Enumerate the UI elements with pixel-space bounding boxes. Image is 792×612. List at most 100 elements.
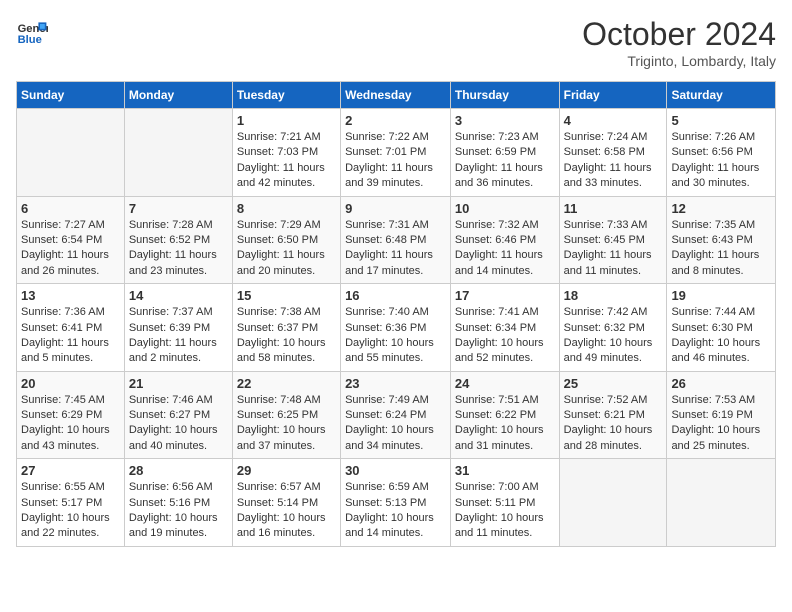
calendar-cell: 13 Sunrise: 7:36 AM Sunset: 6:41 PM Dayl… (17, 284, 125, 372)
col-thursday: Thursday (450, 82, 559, 109)
calendar-cell: 17 Sunrise: 7:41 AM Sunset: 6:34 PM Dayl… (450, 284, 559, 372)
calendar-cell: 5 Sunrise: 7:26 AM Sunset: 6:56 PM Dayli… (667, 109, 776, 197)
calendar-cell: 1 Sunrise: 7:21 AM Sunset: 7:03 PM Dayli… (232, 109, 340, 197)
calendar-cell: 22 Sunrise: 7:48 AM Sunset: 6:25 PM Dayl… (232, 371, 340, 459)
day-info: Sunrise: 7:53 AM Sunset: 6:19 PM Dayligh… (671, 393, 771, 455)
calendar-week-2: 6 Sunrise: 7:27 AM Sunset: 6:54 PM Dayli… (17, 196, 776, 284)
calendar-table: Sunday Monday Tuesday Wednesday Thursday… (16, 81, 776, 547)
calendar-cell: 14 Sunrise: 7:37 AM Sunset: 6:39 PM Dayl… (124, 284, 232, 372)
day-number: 18 (564, 288, 663, 303)
col-friday: Friday (559, 82, 667, 109)
col-monday: Monday (124, 82, 232, 109)
calendar-cell: 19 Sunrise: 7:44 AM Sunset: 6:30 PM Dayl… (667, 284, 776, 372)
calendar-cell: 18 Sunrise: 7:42 AM Sunset: 6:32 PM Dayl… (559, 284, 667, 372)
logo: General Blue (16, 16, 48, 48)
calendar-week-1: 1 Sunrise: 7:21 AM Sunset: 7:03 PM Dayli… (17, 109, 776, 197)
day-number: 9 (345, 201, 446, 216)
day-number: 23 (345, 376, 446, 391)
calendar-cell: 3 Sunrise: 7:23 AM Sunset: 6:59 PM Dayli… (450, 109, 559, 197)
day-info: Sunrise: 7:40 AM Sunset: 6:36 PM Dayligh… (345, 305, 446, 367)
day-number: 31 (455, 463, 555, 478)
day-number: 16 (345, 288, 446, 303)
day-info: Sunrise: 7:42 AM Sunset: 6:32 PM Dayligh… (564, 305, 663, 367)
day-info: Sunrise: 6:57 AM Sunset: 5:14 PM Dayligh… (237, 480, 336, 542)
day-number: 21 (129, 376, 228, 391)
day-number: 27 (21, 463, 120, 478)
calendar-cell: 12 Sunrise: 7:35 AM Sunset: 6:43 PM Dayl… (667, 196, 776, 284)
day-info: Sunrise: 6:56 AM Sunset: 5:16 PM Dayligh… (129, 480, 228, 542)
calendar-cell: 28 Sunrise: 6:56 AM Sunset: 5:16 PM Dayl… (124, 459, 232, 547)
day-number: 12 (671, 201, 771, 216)
calendar-cell (667, 459, 776, 547)
day-info: Sunrise: 6:55 AM Sunset: 5:17 PM Dayligh… (21, 480, 120, 542)
calendar-cell: 15 Sunrise: 7:38 AM Sunset: 6:37 PM Dayl… (232, 284, 340, 372)
calendar-cell: 21 Sunrise: 7:46 AM Sunset: 6:27 PM Dayl… (124, 371, 232, 459)
day-number: 24 (455, 376, 555, 391)
day-info: Sunrise: 7:29 AM Sunset: 6:50 PM Dayligh… (237, 218, 336, 280)
day-number: 28 (129, 463, 228, 478)
day-number: 3 (455, 113, 555, 128)
day-number: 15 (237, 288, 336, 303)
day-number: 30 (345, 463, 446, 478)
calendar-cell: 11 Sunrise: 7:33 AM Sunset: 6:45 PM Dayl… (559, 196, 667, 284)
day-number: 20 (21, 376, 120, 391)
calendar-cell: 31 Sunrise: 7:00 AM Sunset: 5:11 PM Dayl… (450, 459, 559, 547)
day-number: 19 (671, 288, 771, 303)
logo-icon: General Blue (16, 16, 48, 48)
calendar-week-3: 13 Sunrise: 7:36 AM Sunset: 6:41 PM Dayl… (17, 284, 776, 372)
day-info: Sunrise: 7:52 AM Sunset: 6:21 PM Dayligh… (564, 393, 663, 455)
calendar-cell: 2 Sunrise: 7:22 AM Sunset: 7:01 PM Dayli… (341, 109, 451, 197)
day-number: 6 (21, 201, 120, 216)
day-info: Sunrise: 7:32 AM Sunset: 6:46 PM Dayligh… (455, 218, 555, 280)
day-number: 29 (237, 463, 336, 478)
day-number: 14 (129, 288, 228, 303)
day-info: Sunrise: 7:31 AM Sunset: 6:48 PM Dayligh… (345, 218, 446, 280)
calendar-cell: 16 Sunrise: 7:40 AM Sunset: 6:36 PM Dayl… (341, 284, 451, 372)
day-info: Sunrise: 7:38 AM Sunset: 6:37 PM Dayligh… (237, 305, 336, 367)
day-info: Sunrise: 7:49 AM Sunset: 6:24 PM Dayligh… (345, 393, 446, 455)
col-saturday: Saturday (667, 82, 776, 109)
day-info: Sunrise: 7:35 AM Sunset: 6:43 PM Dayligh… (671, 218, 771, 280)
day-info: Sunrise: 7:45 AM Sunset: 6:29 PM Dayligh… (21, 393, 120, 455)
day-info: Sunrise: 7:46 AM Sunset: 6:27 PM Dayligh… (129, 393, 228, 455)
calendar-cell: 27 Sunrise: 6:55 AM Sunset: 5:17 PM Dayl… (17, 459, 125, 547)
calendar-cell: 7 Sunrise: 7:28 AM Sunset: 6:52 PM Dayli… (124, 196, 232, 284)
calendar-cell: 25 Sunrise: 7:52 AM Sunset: 6:21 PM Dayl… (559, 371, 667, 459)
calendar-cell: 6 Sunrise: 7:27 AM Sunset: 6:54 PM Dayli… (17, 196, 125, 284)
day-number: 2 (345, 113, 446, 128)
day-info: Sunrise: 7:44 AM Sunset: 6:30 PM Dayligh… (671, 305, 771, 367)
day-info: Sunrise: 7:22 AM Sunset: 7:01 PM Dayligh… (345, 130, 446, 192)
calendar-week-5: 27 Sunrise: 6:55 AM Sunset: 5:17 PM Dayl… (17, 459, 776, 547)
day-number: 17 (455, 288, 555, 303)
day-info: Sunrise: 7:26 AM Sunset: 6:56 PM Dayligh… (671, 130, 771, 192)
month-title: October 2024 (582, 16, 776, 53)
col-tuesday: Tuesday (232, 82, 340, 109)
calendar-cell: 30 Sunrise: 6:59 AM Sunset: 5:13 PM Dayl… (341, 459, 451, 547)
col-sunday: Sunday (17, 82, 125, 109)
title-block: October 2024 Triginto, Lombardy, Italy (582, 16, 776, 69)
day-info: Sunrise: 7:36 AM Sunset: 6:41 PM Dayligh… (21, 305, 120, 367)
header-row: Sunday Monday Tuesday Wednesday Thursday… (17, 82, 776, 109)
day-number: 26 (671, 376, 771, 391)
calendar-cell: 9 Sunrise: 7:31 AM Sunset: 6:48 PM Dayli… (341, 196, 451, 284)
calendar-cell: 20 Sunrise: 7:45 AM Sunset: 6:29 PM Dayl… (17, 371, 125, 459)
day-info: Sunrise: 7:48 AM Sunset: 6:25 PM Dayligh… (237, 393, 336, 455)
day-number: 13 (21, 288, 120, 303)
day-info: Sunrise: 7:41 AM Sunset: 6:34 PM Dayligh… (455, 305, 555, 367)
day-info: Sunrise: 6:59 AM Sunset: 5:13 PM Dayligh… (345, 480, 446, 542)
day-info: Sunrise: 7:21 AM Sunset: 7:03 PM Dayligh… (237, 130, 336, 192)
day-number: 8 (237, 201, 336, 216)
calendar-cell: 24 Sunrise: 7:51 AM Sunset: 6:22 PM Dayl… (450, 371, 559, 459)
calendar-cell: 23 Sunrise: 7:49 AM Sunset: 6:24 PM Dayl… (341, 371, 451, 459)
calendar-cell (124, 109, 232, 197)
day-number: 10 (455, 201, 555, 216)
calendar-cell: 26 Sunrise: 7:53 AM Sunset: 6:19 PM Dayl… (667, 371, 776, 459)
day-info: Sunrise: 7:37 AM Sunset: 6:39 PM Dayligh… (129, 305, 228, 367)
day-info: Sunrise: 7:33 AM Sunset: 6:45 PM Dayligh… (564, 218, 663, 280)
calendar-cell (17, 109, 125, 197)
calendar-cell: 4 Sunrise: 7:24 AM Sunset: 6:58 PM Dayli… (559, 109, 667, 197)
location-subtitle: Triginto, Lombardy, Italy (582, 53, 776, 69)
day-number: 4 (564, 113, 663, 128)
page-header: General Blue October 2024 Triginto, Lomb… (16, 16, 776, 69)
day-info: Sunrise: 7:51 AM Sunset: 6:22 PM Dayligh… (455, 393, 555, 455)
